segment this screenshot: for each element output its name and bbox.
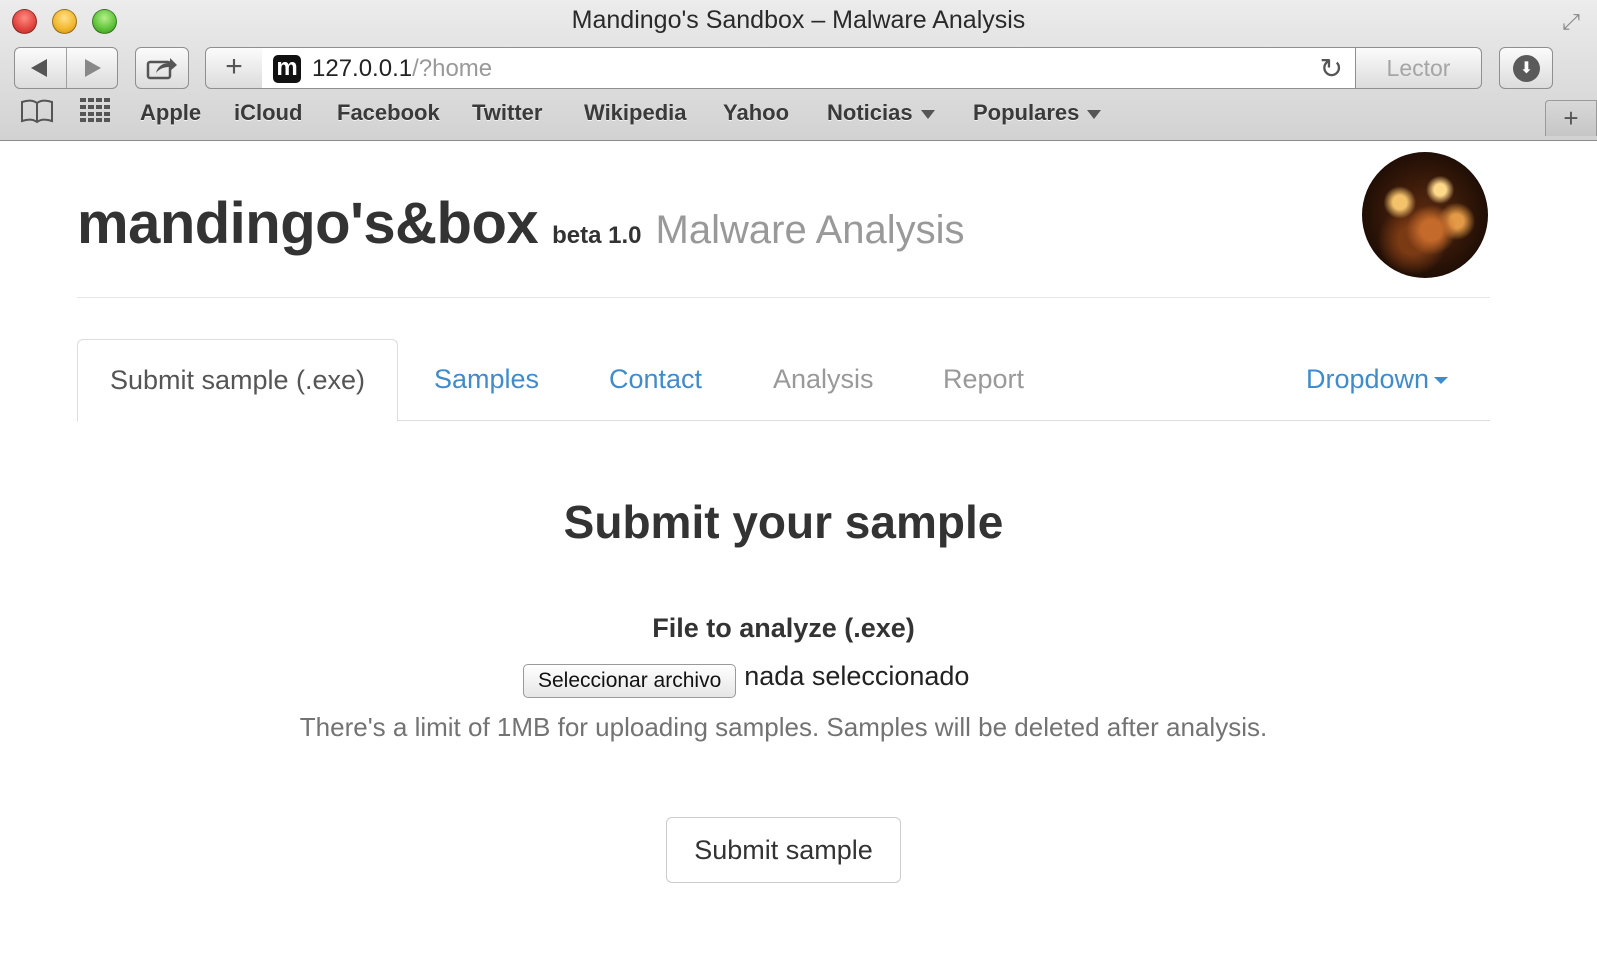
nav-tabs: Submit sample (.exe) Samples Contact Ana… — [77, 339, 1490, 422]
file-field-label: File to analyze (.exe) — [652, 613, 915, 643]
bookmark-folder-label: Noticias — [827, 100, 913, 125]
page-header: mandingo's&box beta 1.0 Malware Analysis — [77, 150, 1490, 298]
reader-button[interactable]: Lector — [1355, 47, 1482, 89]
bookmark-folder-label: Populares — [973, 100, 1080, 125]
file-input: Seleccionar archivo nada seleccionado — [523, 660, 970, 698]
brand: mandingo's&box beta 1.0 Malware Analysis — [77, 190, 965, 257]
tab-report: Report — [943, 364, 1025, 394]
url-path: /?home — [412, 55, 493, 82]
download-icon: ⬇ — [1513, 55, 1540, 82]
fullscreen-icon[interactable]: ⤢ — [1557, 8, 1585, 36]
reload-icon[interactable]: ↻ — [1320, 52, 1343, 85]
page-title: Submit your sample — [563, 496, 1004, 548]
forward-arrow-icon — [85, 59, 101, 77]
plus-icon: + — [1563, 103, 1579, 133]
title-bar: Mandingo's Sandbox – Malware Analysis ⤢ — [0, 0, 1597, 44]
bookmark-wikipedia[interactable]: Wikipedia — [584, 100, 687, 126]
tab-contact[interactable]: Contact — [609, 339, 702, 421]
bookmark-folder-populares[interactable]: Populares — [973, 100, 1102, 126]
url-host: 127.0.0.1 — [312, 55, 413, 82]
tab-dropdown[interactable]: Dropdown — [1306, 339, 1449, 421]
upload-help-text: There's a limit of 1MB for uploading sam… — [299, 712, 1268, 742]
browser-chrome: Mandingo's Sandbox – Malware Analysis ⤢ … — [0, 0, 1597, 141]
downloads-button[interactable]: ⬇ — [1499, 47, 1553, 89]
grid-icon[interactable] — [80, 98, 110, 129]
bookmark-apple[interactable]: Apple — [140, 100, 201, 126]
chevron-down-icon — [920, 109, 935, 119]
tab-samples[interactable]: Samples — [434, 339, 539, 421]
bookmark-folder-noticias[interactable]: Noticias — [827, 100, 935, 126]
share-button[interactable] — [135, 47, 189, 89]
bookmarks-bar: Apple iCloud Facebook Twitter Wikipedia … — [0, 94, 1597, 140]
history-nav — [14, 47, 118, 89]
brand-tagline: Malware Analysis — [655, 208, 965, 252]
tab-analysis: Analysis — [773, 364, 874, 394]
new-tab-button[interactable]: + — [205, 47, 263, 89]
tab-dropdown-label: Dropdown — [1306, 364, 1430, 394]
window-title: Mandingo's Sandbox – Malware Analysis — [571, 6, 1026, 34]
version-label: beta 1.0 — [552, 222, 642, 249]
back-arrow-icon — [31, 59, 47, 77]
tab-submit-sample[interactable]: Submit sample (.exe) — [77, 339, 398, 422]
book-icon[interactable] — [20, 98, 54, 131]
bookmark-icloud[interactable]: iCloud — [234, 100, 302, 126]
brand-name: mandingo's&box — [77, 191, 539, 256]
bookmark-twitter[interactable]: Twitter — [472, 100, 542, 126]
bookmark-facebook[interactable]: Facebook — [337, 100, 440, 126]
bookmark-yahoo[interactable]: Yahoo — [723, 100, 789, 126]
plus-icon: + — [225, 50, 243, 83]
back-button[interactable] — [15, 48, 67, 88]
avatar — [1362, 152, 1488, 278]
address-bar[interactable]: m 127.0.0.1/?home ↻ — [262, 47, 1356, 89]
url-text[interactable]: 127.0.0.1/?home — [312, 55, 492, 83]
submit-sample-button[interactable]: Submit sample — [666, 817, 901, 883]
file-status-text: nada seleccionado — [744, 660, 970, 691]
forward-button[interactable] — [67, 48, 119, 88]
add-tab-button[interactable]: + — [1545, 100, 1597, 136]
choose-file-button[interactable]: Seleccionar archivo — [523, 664, 737, 698]
site-favicon: m — [273, 55, 301, 83]
chevron-down-icon — [1087, 109, 1102, 119]
caret-down-icon — [1434, 377, 1449, 385]
share-icon — [146, 58, 177, 80]
